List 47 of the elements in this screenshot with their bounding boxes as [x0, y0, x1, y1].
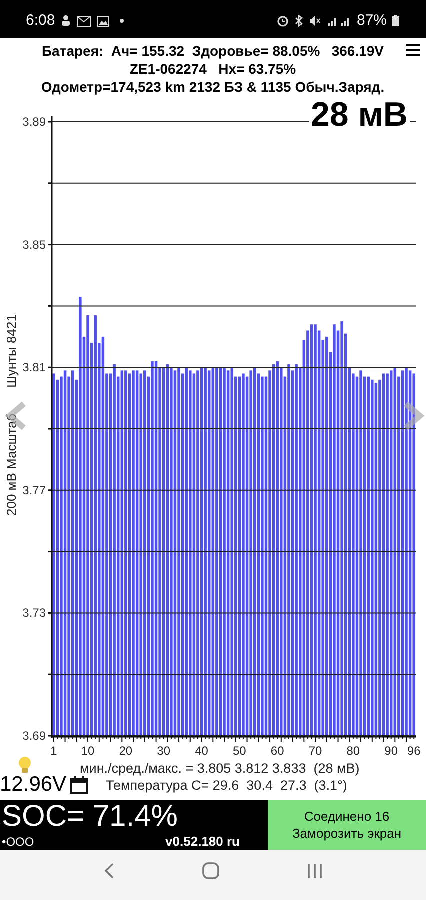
freeze-screen-button[interactable]: Соединено 16 Заморозить экран	[268, 800, 426, 850]
y-tick-label: 3.85	[22, 238, 46, 252]
x-tick-label: 30	[157, 744, 171, 758]
mute-icon	[308, 15, 321, 27]
shunts-label: Шунты 8421	[4, 314, 19, 388]
x-tick-label: 40	[195, 744, 208, 758]
vehicle-info: ZE1-062274 Hx= 63.75%	[130, 60, 296, 78]
app-version: v0.52.180 ru	[166, 834, 240, 849]
chevron-right-icon[interactable]	[402, 401, 426, 431]
connection-dots: •OOO	[2, 835, 34, 849]
bluetooth-icon	[294, 15, 304, 27]
x-tick-label: 20	[119, 744, 133, 758]
x-tick-label: 60	[270, 744, 284, 758]
x-tick-label: 50	[233, 744, 246, 758]
y-tick-label: 3.77	[22, 483, 46, 498]
temperature-stats: Температура С= 29.6 30.4 27.3 (3.1°)	[106, 777, 348, 794]
y-tick-label: 3.89	[22, 115, 46, 129]
soc-value: SOC= 71.4%	[2, 800, 178, 834]
light-bulb-icon	[18, 756, 32, 774]
recent-apps-icon[interactable]	[306, 863, 323, 879]
back-icon[interactable]	[103, 862, 116, 880]
y-tick-label: 3.69	[22, 729, 46, 743]
y-axis-label: 200 мВ Масштаб	[4, 414, 19, 516]
notification-icon	[61, 15, 72, 27]
dot-icon	[119, 18, 126, 24]
x-tick-label: 80	[346, 744, 360, 758]
alarm-icon	[276, 15, 289, 27]
battery-percent: 87%	[356, 10, 387, 31]
x-tick-label: 90	[384, 744, 398, 758]
signal-icon	[326, 15, 352, 27]
x-tick-label: 96	[407, 744, 421, 758]
x-tick-label: 70	[308, 744, 322, 758]
menu-icon[interactable]	[406, 44, 420, 56]
x-tick-label: 10	[81, 744, 95, 758]
y-tick-label: 3.73	[22, 606, 46, 620]
battery-summary: Батарея: Ач= 155.32 Здоровье= 88.05% 366.19V	[42, 42, 384, 60]
cell-stats: мин./сред./макс. = 3.805 3.812 3.833 (28 мВ)	[80, 760, 360, 777]
clock-time: 6:08	[26, 10, 56, 31]
odometer-info: Одометр=174,523 km 2132 БЗ & 1135 Обыч.Заряд.	[41, 78, 385, 96]
battery-icon	[392, 15, 400, 27]
calendar-icon	[70, 776, 88, 794]
image-icon	[97, 16, 110, 26]
y-tick-label: 3.81	[22, 360, 46, 375]
home-icon[interactable]	[202, 862, 220, 880]
aux-voltage: 12.96V	[0, 774, 67, 796]
mail-icon	[77, 16, 92, 26]
x-tick-label: 1	[50, 744, 58, 758]
